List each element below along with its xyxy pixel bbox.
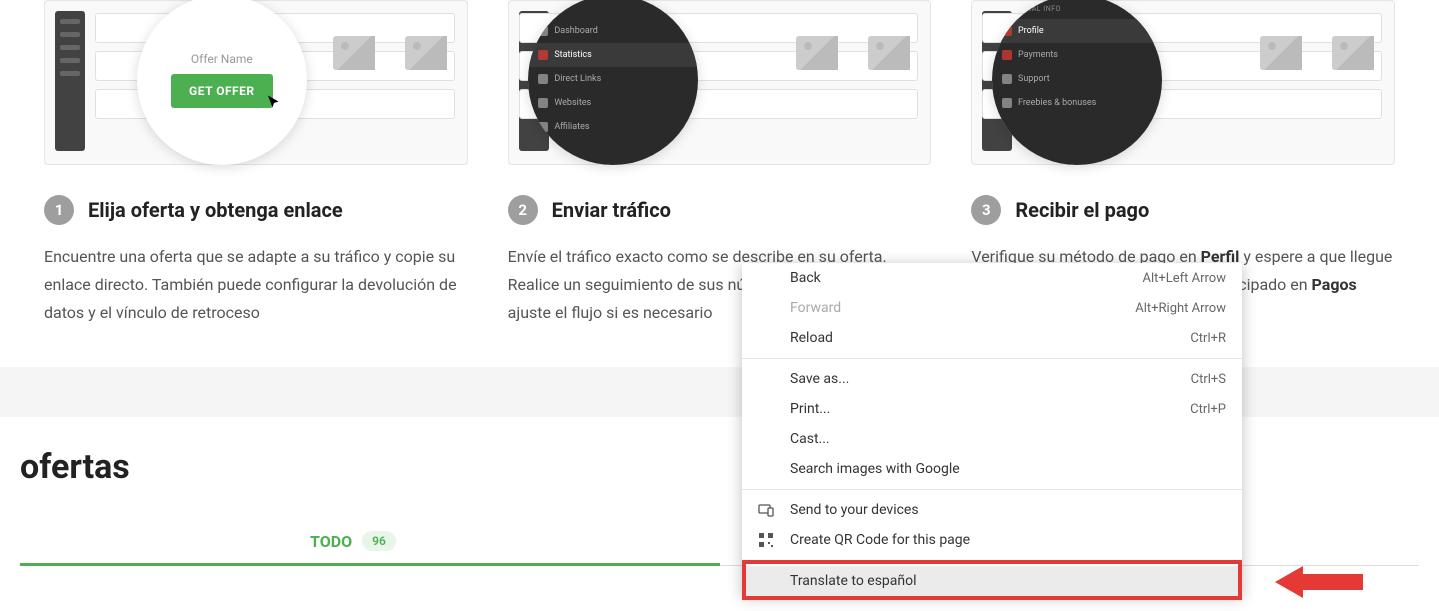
step-3-desc-bold2: Pagos	[1312, 275, 1357, 294]
menu-item-label: Statistics	[554, 50, 591, 60]
menu-item-label: Support	[1018, 74, 1050, 84]
ctx-forward[interactable]: Forward Alt+Right Arrow	[742, 293, 1242, 323]
menu-item-label: Websites	[554, 98, 591, 108]
ctx-reload-shortcut: Ctrl+R	[1190, 331, 1226, 346]
ctx-separator	[742, 560, 1242, 561]
devices-icon	[758, 502, 774, 518]
step-1-zoom-circle: Offer Name GET OFFER	[137, 0, 307, 165]
menu-item-label: Dashboard	[554, 26, 598, 36]
menu-item-label: Affiliates	[554, 122, 589, 132]
ctx-print-label: Print...	[790, 401, 1190, 417]
image-placeholder-icon	[405, 36, 447, 70]
step-1-title: Elija oferta y obtenga enlace	[88, 198, 343, 222]
ctx-save-as[interactable]: Save as... Ctrl+S	[742, 364, 1242, 394]
image-placeholder-icon	[333, 36, 375, 70]
ctx-send-devices[interactable]: Send to your devices	[742, 495, 1242, 525]
ctx-back-label: Back	[790, 270, 1142, 286]
dashboard-icon	[538, 26, 548, 36]
support-icon	[1002, 74, 1012, 84]
step-2-illustration: TOOLS Dashboard Statistics Direct Links …	[508, 0, 932, 165]
step-3-illustration: PERSONAL INFO Profile Payments Support F…	[971, 0, 1395, 165]
cursor-icon	[265, 94, 283, 116]
menu-item-label: Direct Links	[554, 74, 601, 84]
image-placeholder-icon	[868, 36, 910, 70]
step-number-badge: 2	[508, 195, 538, 225]
step-2-zoom-circle: TOOLS Dashboard Statistics Direct Links …	[528, 0, 698, 165]
step-1-illustration: Offer Name GET OFFER	[44, 0, 468, 165]
gift-icon	[1002, 98, 1012, 108]
ctx-search-images-label: Search images with Google	[790, 461, 1226, 477]
ctx-send-devices-label: Send to your devices	[790, 502, 1226, 518]
browser-context-menu: Back Alt+Left Arrow Forward Alt+Right Ar…	[742, 263, 1242, 596]
tab-todo-count: 96	[362, 531, 396, 551]
ctx-reload-label: Reload	[790, 330, 1190, 346]
annotation-arrow-icon	[1275, 562, 1365, 602]
get-offer-button-label: GET OFFER	[189, 84, 255, 98]
step-number-badge: 1	[44, 195, 74, 225]
ctx-cast[interactable]: Cast...	[742, 424, 1242, 454]
ctx-save-as-label: Save as...	[790, 371, 1191, 387]
ctx-create-qr-label: Create QR Code for this page	[790, 532, 1226, 548]
ctx-print[interactable]: Print... Ctrl+P	[742, 394, 1242, 424]
image-placeholder-icon	[1260, 36, 1302, 70]
image-placeholder-icon	[1332, 36, 1374, 70]
image-placeholder-icon	[796, 36, 838, 70]
ctx-cast-label: Cast...	[790, 431, 1226, 447]
payments-icon	[1002, 50, 1012, 60]
step-1-description: Encuentre una oferta que se adapte a su …	[44, 243, 468, 327]
menu-item-label: Freebies & bonuses	[1018, 98, 1096, 108]
offer-name-label: Offer Name	[191, 52, 253, 66]
ctx-save-as-shortcut: Ctrl+S	[1191, 372, 1226, 387]
ctx-create-qr[interactable]: Create QR Code for this page	[742, 525, 1242, 555]
step-number-badge: 3	[971, 195, 1001, 225]
tab-todo[interactable]: TODO 96	[280, 517, 426, 565]
tab-todo-label: TODO	[310, 532, 352, 551]
menu-item-label: Payments	[1018, 50, 1058, 60]
profile-icon	[1002, 26, 1012, 36]
get-offer-button: GET OFFER	[171, 74, 273, 108]
ctx-print-shortcut: Ctrl+P	[1190, 402, 1226, 417]
ctx-translate[interactable]: Translate to español	[742, 566, 1242, 596]
tab-underline	[20, 563, 720, 566]
ctx-forward-shortcut: Alt+Right Arrow	[1135, 301, 1226, 316]
step-3-zoom-circle: PERSONAL INFO Profile Payments Support F…	[992, 0, 1162, 165]
ctx-separator	[742, 358, 1242, 359]
users-icon	[538, 122, 548, 132]
ctx-separator	[742, 489, 1242, 490]
step-3-title: Recibir el pago	[1015, 198, 1149, 222]
ctx-back[interactable]: Back Alt+Left Arrow	[742, 263, 1242, 293]
ctx-forward-label: Forward	[790, 300, 1135, 316]
globe-icon	[538, 98, 548, 108]
ctx-translate-label: Translate to español	[790, 573, 1226, 589]
step-2-title: Enviar tráfico	[552, 198, 671, 222]
ctx-back-shortcut: Alt+Left Arrow	[1142, 271, 1226, 286]
link-icon	[538, 74, 548, 84]
ctx-search-images[interactable]: Search images with Google	[742, 454, 1242, 484]
ctx-reload[interactable]: Reload Ctrl+R	[742, 323, 1242, 353]
step-1: Offer Name GET OFFER 1 Elija oferta y ob…	[44, 0, 468, 327]
statistics-icon	[538, 50, 548, 60]
menu-item-label: Profile	[1018, 26, 1044, 36]
qr-icon	[758, 532, 774, 548]
